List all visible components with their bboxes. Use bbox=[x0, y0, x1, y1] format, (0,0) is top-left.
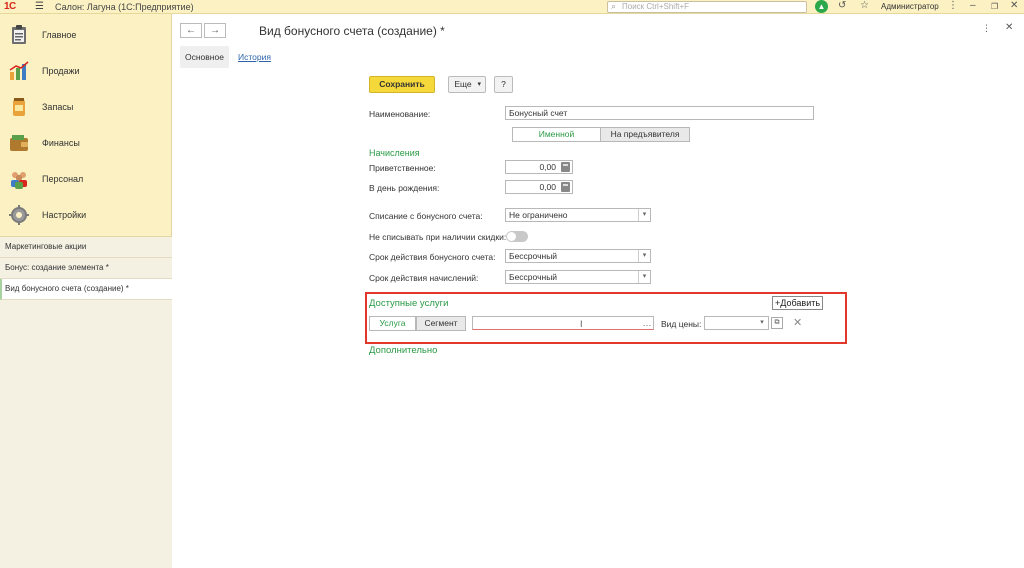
tab-main[interactable]: Основное bbox=[180, 46, 229, 68]
birthday-label: В день рождения: bbox=[369, 183, 440, 193]
more-button-label: Еще bbox=[454, 79, 472, 89]
services-header: Доступные услуги bbox=[369, 298, 449, 309]
window-item-bonus-account-type[interactable]: Вид бонусного счета (создание) * bbox=[0, 279, 172, 300]
sidebar-item-stock[interactable]: Запасы bbox=[0, 92, 172, 122]
sidebar-item-main[interactable]: Главное bbox=[0, 20, 172, 50]
validity-label: Срок действия бонусного счета: bbox=[369, 252, 496, 262]
chevron-down-icon[interactable]: ▾ bbox=[638, 250, 650, 262]
accruals-header: Начисления bbox=[369, 148, 420, 158]
forward-button[interactable]: → bbox=[204, 23, 226, 38]
tab-history[interactable]: История bbox=[233, 46, 276, 68]
segment-toggle[interactable]: Сегмент bbox=[416, 316, 466, 331]
sidebar-item-label: Персонал bbox=[42, 174, 84, 184]
chevron-down-icon[interactable]: ▾ bbox=[638, 209, 650, 221]
more-button[interactable]: Еще ▾ bbox=[448, 76, 486, 93]
title-bar: 1С ☰ Салон: Лагуна (1С:Предприятие) ⌕ По… bbox=[0, 0, 1024, 14]
text-cursor-icon: I bbox=[580, 319, 583, 329]
sidebar-item-label: Продажи bbox=[42, 66, 80, 76]
validity-select[interactable]: Бессрочный ▾ bbox=[505, 249, 651, 263]
sidebar-item-personnel[interactable]: Персонал bbox=[0, 164, 172, 194]
birthday-value: 0,00 bbox=[539, 182, 556, 192]
notifications-icon[interactable]: ▲ bbox=[815, 0, 828, 13]
window-item-marketing[interactable]: Маркетинговые акции bbox=[0, 237, 172, 258]
chevron-down-icon[interactable]: ▾ bbox=[756, 317, 768, 329]
ellipsis-icon[interactable]: … bbox=[641, 317, 653, 329]
back-button[interactable]: ← bbox=[180, 23, 202, 38]
favorites-star-icon[interactable]: ☆ bbox=[860, 0, 869, 11]
service-input[interactable]: … bbox=[472, 316, 654, 330]
accrual-validity-select[interactable]: Бессрочный ▾ bbox=[505, 270, 651, 284]
welcome-input[interactable]: 0,00 bbox=[505, 160, 573, 174]
no-writeoff-toggle[interactable] bbox=[506, 231, 528, 242]
minimize-icon[interactable]: – bbox=[970, 0, 976, 11]
writeoff-label: Списание с бонусного счета: bbox=[369, 211, 483, 221]
accrual-validity-label: Срок действия начислений: bbox=[369, 273, 479, 283]
user-name[interactable]: Администратор bbox=[881, 2, 939, 11]
service-toggle[interactable]: Услуга bbox=[369, 316, 416, 331]
sales-chart-icon bbox=[9, 61, 29, 80]
restore-icon[interactable]: ❐ bbox=[991, 2, 998, 11]
accrual-validity-value: Бессрочный bbox=[509, 272, 558, 282]
app-title: Салон: Лагуна (1С:Предприятие) bbox=[55, 2, 194, 12]
sidebar: Главное Продажи Запасы Финансы Персонал … bbox=[0, 14, 172, 568]
validity-value: Бессрочный bbox=[509, 251, 558, 261]
price-type-label: Вид цены: bbox=[661, 319, 702, 329]
people-icon bbox=[11, 172, 27, 189]
sidebar-item-label: Настройки bbox=[42, 210, 87, 220]
sidebar-item-label: Финансы bbox=[42, 138, 80, 148]
no-writeoff-label: Не списывать при наличии скидки: bbox=[369, 232, 507, 242]
save-button[interactable]: Сохранить bbox=[369, 76, 435, 93]
help-button[interactable]: ? bbox=[494, 76, 513, 93]
search-icon: ⌕ bbox=[611, 1, 617, 11]
history-icon[interactable]: ↺ bbox=[838, 0, 846, 11]
sidebar-item-settings[interactable]: Настройки bbox=[0, 200, 172, 230]
birthday-input[interactable]: 0,00 bbox=[505, 180, 573, 194]
welcome-label: Приветственное: bbox=[369, 163, 436, 173]
app-logo: 1С bbox=[4, 1, 16, 12]
sidebar-item-finance[interactable]: Финансы bbox=[0, 128, 172, 158]
name-label: Наименование: bbox=[369, 109, 431, 119]
main-menu-icon[interactable]: ☰ bbox=[35, 1, 44, 12]
open-icon[interactable]: ⧉ bbox=[771, 317, 783, 329]
welcome-value: 0,00 bbox=[539, 162, 556, 172]
settings-menu-icon[interactable]: ⋮ bbox=[948, 0, 958, 11]
sidebar-item-label: Запасы bbox=[42, 102, 74, 112]
open-windows-list: Маркетинговые акции Бонус: создание элем… bbox=[0, 236, 172, 568]
close-window-icon[interactable]: ✕ bbox=[1010, 0, 1018, 11]
calculator-icon[interactable] bbox=[561, 162, 570, 172]
search-placeholder: Поиск Ctrl+Shift+F bbox=[622, 2, 690, 11]
window-item-bonus[interactable]: Бонус: создание элемента * bbox=[0, 258, 172, 279]
form-title: Вид бонусного счета (создание) * bbox=[259, 24, 445, 38]
price-type-select[interactable]: ▾ bbox=[704, 316, 769, 330]
gear-icon bbox=[9, 205, 29, 225]
clear-icon[interactable]: ✕ bbox=[793, 316, 802, 329]
global-search-input[interactable]: ⌕ Поиск Ctrl+Shift+F bbox=[607, 1, 807, 13]
clipboard-icon bbox=[12, 25, 26, 44]
add-service-button[interactable]: +Добавить bbox=[772, 296, 824, 310]
named-toggle[interactable]: Именной bbox=[512, 127, 601, 142]
additional-header[interactable]: Дополнительно bbox=[369, 345, 437, 356]
stock-jar-icon bbox=[13, 98, 25, 116]
form-area: ← → Вид бонусного счета (создание) * ⋮ ✕… bbox=[172, 14, 1024, 568]
writeoff-select[interactable]: Не ограничено ▾ bbox=[505, 208, 651, 222]
chevron-down-icon: ▾ bbox=[477, 81, 481, 88]
name-input[interactable]: Бонусный счет bbox=[505, 106, 814, 120]
sidebar-item-sales[interactable]: Продажи bbox=[0, 56, 172, 86]
form-more-icon[interactable]: ⋮ bbox=[982, 23, 991, 34]
form-close-icon[interactable]: ✕ bbox=[1005, 22, 1013, 33]
sidebar-item-label: Главное bbox=[42, 30, 77, 40]
bearer-toggle[interactable]: На предъявителя bbox=[600, 127, 690, 142]
wallet-icon bbox=[10, 135, 28, 151]
writeoff-value: Не ограничено bbox=[509, 210, 568, 220]
calculator-icon[interactable] bbox=[561, 182, 570, 192]
chevron-down-icon[interactable]: ▾ bbox=[638, 271, 650, 283]
